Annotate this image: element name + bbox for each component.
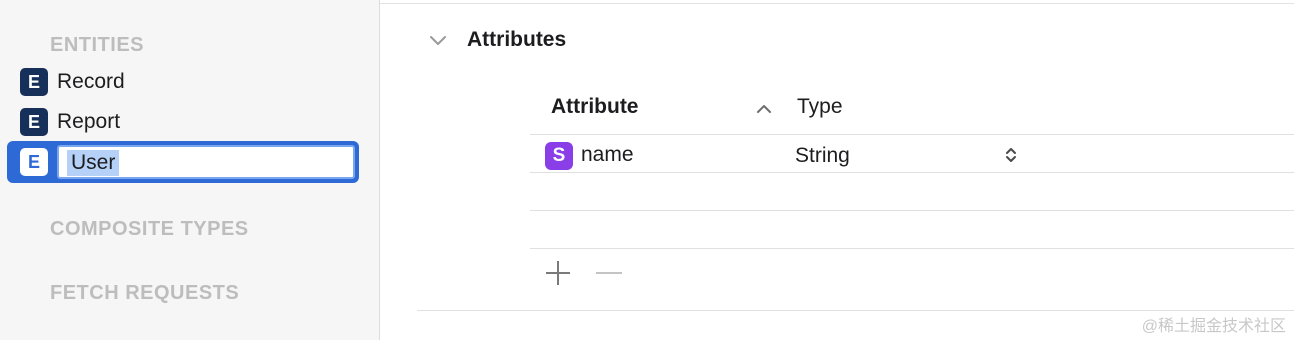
- entity-label: Record: [57, 70, 125, 93]
- entity-icon: E: [20, 148, 48, 176]
- add-icon[interactable]: [544, 259, 572, 287]
- attribute-name-cell[interactable]: name: [581, 143, 634, 167]
- top-divider: [380, 3, 1294, 4]
- column-header-type[interactable]: Type: [797, 95, 843, 119]
- remove-icon[interactable]: [594, 259, 624, 287]
- entity-item-report[interactable]: E Report: [20, 107, 120, 137]
- entity-item-user-selected[interactable]: E User: [7, 141, 359, 183]
- watermark-text: @稀土掘金技术社区: [1141, 318, 1286, 335]
- popup-stepper-icon[interactable]: [1004, 145, 1018, 165]
- disclosure-chevron-down-icon[interactable]: [429, 34, 447, 48]
- entity-icon: E: [20, 108, 48, 136]
- entities-heading: ENTITIES: [50, 34, 145, 56]
- column-header-attribute[interactable]: Attribute: [551, 95, 639, 119]
- entity-rename-text[interactable]: User: [67, 150, 120, 176]
- sort-ascending-icon[interactable]: [755, 101, 773, 115]
- entity-label: Report: [57, 110, 121, 133]
- string-type-icon: S: [545, 142, 573, 170]
- row-divider: [530, 248, 1294, 249]
- attributes-section-title: Attributes: [467, 28, 567, 51]
- table-header-divider: [530, 134, 1294, 135]
- section-bottom-divider: [417, 310, 1294, 311]
- entity-sidebar: ENTITIES E Record E Report E User COMPOS…: [0, 0, 380, 340]
- entity-rename-field[interactable]: User: [57, 145, 355, 179]
- entity-icon: E: [20, 68, 48, 96]
- composite-types-heading[interactable]: COMPOSITE TYPES: [50, 218, 249, 241]
- entity-item-record[interactable]: E Record: [20, 67, 125, 97]
- row-divider: [530, 210, 1294, 211]
- attribute-type-cell[interactable]: String: [795, 144, 850, 168]
- row-divider: [530, 172, 1294, 173]
- fetch-requests-heading[interactable]: FETCH REQUESTS: [50, 282, 239, 305]
